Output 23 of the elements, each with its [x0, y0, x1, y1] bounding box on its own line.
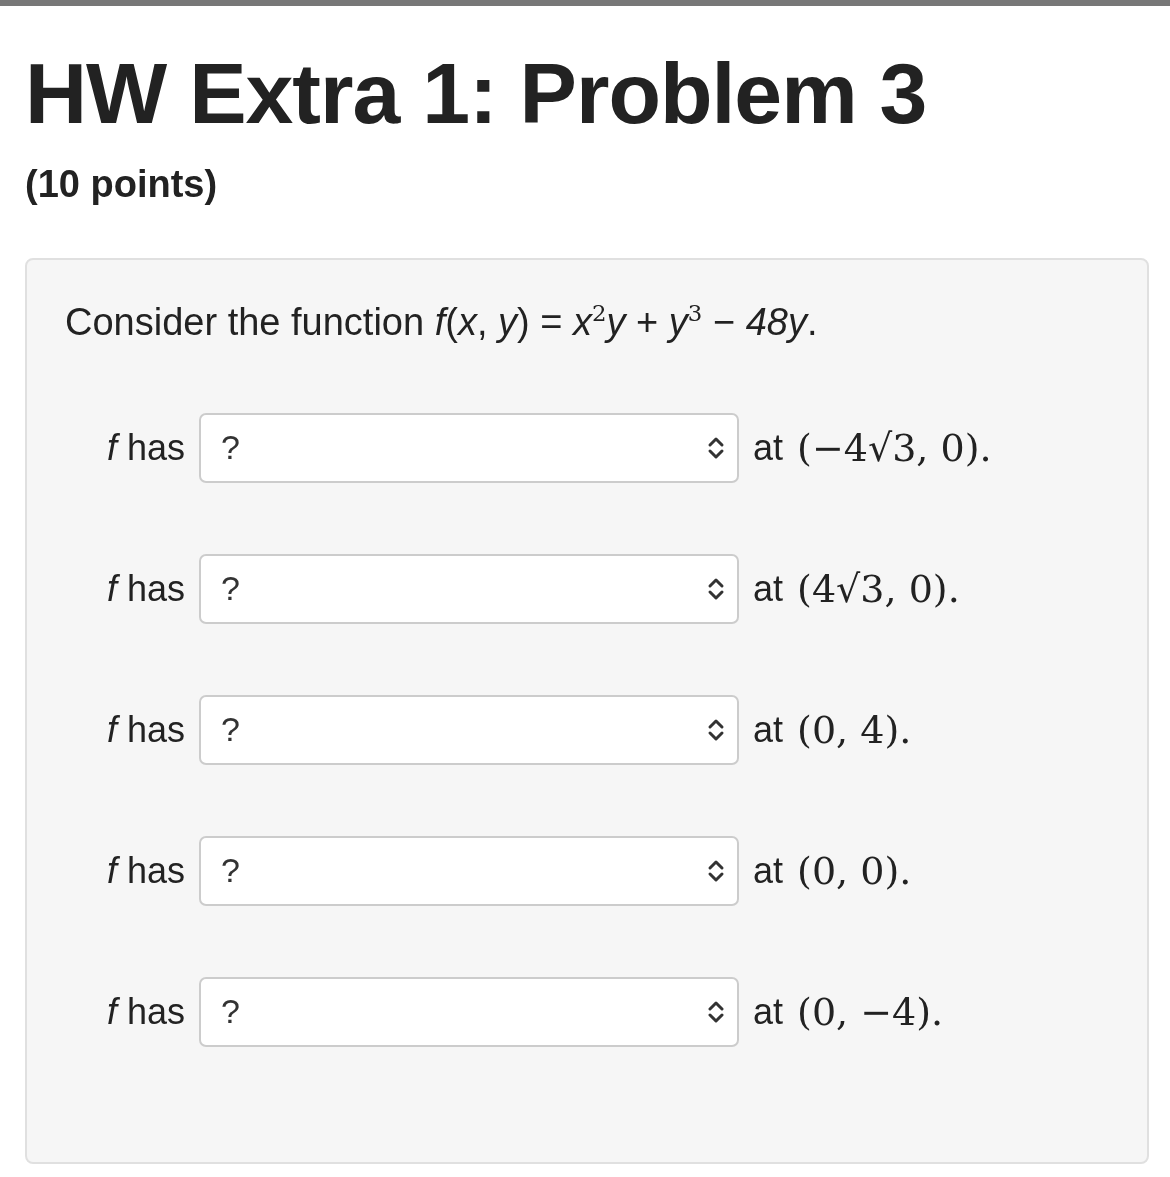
point-formula: (−4√3, 0). [797, 425, 992, 470]
select-field[interactable]: ? [199, 412, 740, 483]
at-label: at [753, 708, 784, 751]
point-formula: (0, −4). [797, 989, 944, 1034]
select-field[interactable]: ? [199, 835, 740, 906]
row-label: f has [107, 708, 186, 751]
page-title: HW Extra 1: Problem 3 [25, 46, 928, 141]
at-label: at [753, 426, 784, 469]
at-label: at [753, 990, 784, 1033]
row-label: f has [107, 567, 186, 610]
select-field[interactable]: ? [199, 694, 740, 765]
row-label: f has [107, 990, 186, 1033]
at-label: at [753, 849, 784, 892]
point-formula: (0, 4). [797, 707, 912, 752]
at-label: at [753, 567, 784, 610]
select-field[interactable]: ? [199, 976, 740, 1047]
row-label: f has [107, 849, 186, 892]
points-label: (10 points) [25, 162, 219, 206]
point-formula: (4√3, 0). [797, 566, 960, 611]
question-text: Consider the function f(x, y) = x$^{2}$y + y$^{3}$ − 48y. [65, 299, 819, 344]
select-field[interactable]: ? [199, 553, 740, 624]
row-label: f has [107, 426, 186, 469]
point-formula: (0, 0). [797, 848, 912, 893]
